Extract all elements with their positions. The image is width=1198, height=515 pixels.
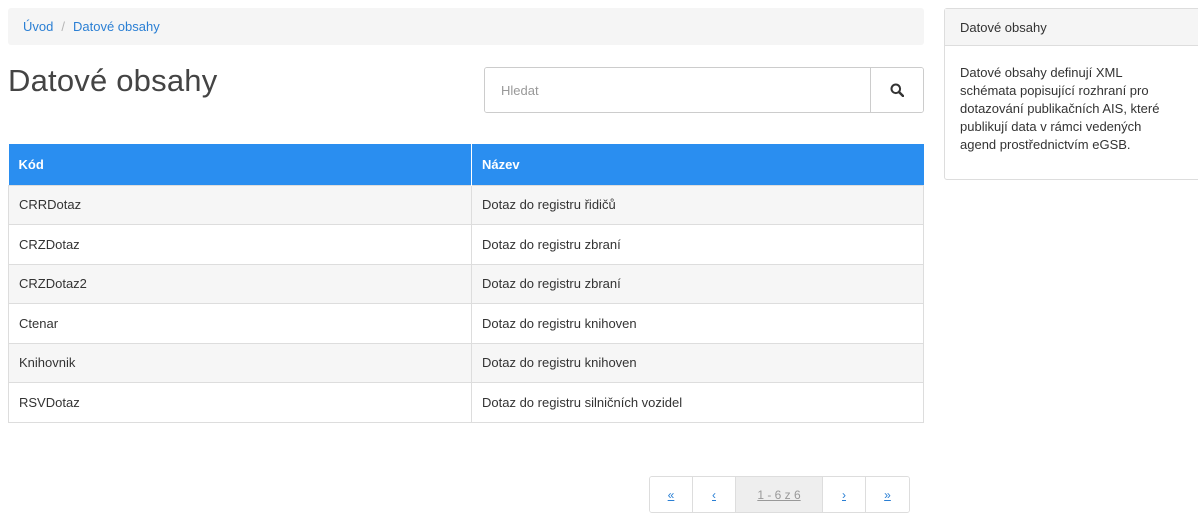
search-button[interactable] [870,68,923,112]
cell-code[interactable]: CRZDotaz [8,224,472,265]
column-header-name[interactable]: Název [471,144,924,185]
table-row[interactable]: Knihovnik Dotaz do registru knihoven [8,342,924,383]
search-box [484,67,924,113]
pagination-prev-button[interactable]: ‹ [693,477,736,512]
cell-code[interactable]: CRZDotaz2 [8,263,472,304]
heading-row: Datové obsahy [8,45,924,125]
info-panel-text: Datové obsahy definují XML schémata popi… [960,65,1160,152]
pagination: « ‹ 1 - 6 z 6 › » [649,476,910,513]
data-table: Kód Název CRRDotaz Dotaz do registru řid… [8,144,924,423]
cell-name[interactable]: Dotaz do registru knihoven [471,342,924,383]
cell-name[interactable]: Dotaz do registru zbraní [471,224,924,265]
table-row[interactable]: CRRDotaz Dotaz do registru řidičů [8,184,924,225]
info-panel: Datové obsahy Datové obsahy definují XML… [944,8,1198,180]
cell-code[interactable]: Knihovnik [8,342,472,383]
cell-name[interactable]: Dotaz do registru zbraní [471,263,924,304]
cell-code[interactable]: RSVDotaz [8,382,472,423]
cell-name[interactable]: Dotaz do registru řidičů [471,184,924,225]
pagination-next-button[interactable]: › [823,477,866,512]
page-title: Datové obsahy [8,63,218,98]
pagination-last-button[interactable]: » [866,477,909,512]
pagination-first-button[interactable]: « [650,477,693,512]
main-content: Úvod / Datové obsahy Datové obsahy [8,8,924,125]
table-row[interactable]: RSVDotaz Dotaz do registru silničních vo… [8,382,924,423]
info-panel-title: Datové obsahy [945,9,1198,46]
breadcrumb-home-link[interactable]: Úvod [23,19,53,34]
breadcrumb: Úvod / Datové obsahy [8,8,924,45]
table-row[interactable]: Ctenar Dotaz do registru knihoven [8,303,924,344]
search-icon [890,83,904,97]
breadcrumb-separator: / [61,19,65,34]
table-row[interactable]: CRZDotaz Dotaz do registru zbraní [8,224,924,265]
search-input[interactable] [485,68,870,112]
cell-name[interactable]: Dotaz do registru silničních vozidel [471,382,924,423]
table-row[interactable]: CRZDotaz2 Dotaz do registru zbraní [8,263,924,304]
cell-name[interactable]: Dotaz do registru knihoven [471,303,924,344]
cell-code[interactable]: CRRDotaz [8,184,472,225]
column-header-code[interactable]: Kód [8,144,472,185]
pagination-info: 1 - 6 z 6 [736,477,823,512]
breadcrumb-current-link[interactable]: Datové obsahy [73,19,160,34]
table-header-row: Kód Název [8,144,924,185]
cell-code[interactable]: Ctenar [8,303,472,344]
